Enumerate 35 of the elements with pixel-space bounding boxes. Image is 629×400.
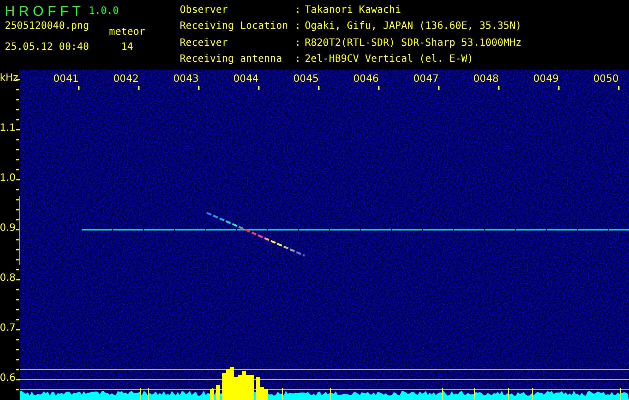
y-tick-label: 1.0 [0,173,16,184]
x-tick-label: 0043 [173,74,199,85]
y-tick-label: 0.8 [0,273,16,284]
info-label: Observer [180,5,230,18]
meteor-count: 14 [121,42,134,53]
y-tick-label: 0.7 [0,323,16,334]
axis-unit: kHz [0,73,19,84]
filename-label: 2505120040.png [5,21,90,32]
x-tick-label: 0042 [113,74,139,85]
info-label: Receiving antenna [180,54,284,67]
x-tick-label: 0041 [53,74,79,85]
x-tick-label: 0047 [413,74,439,85]
info-value: 2el-HB9CV Vertical (el. E-W) [305,54,475,67]
y-tick-label: 0.9 [0,223,16,234]
x-tick-label: 0050 [593,74,619,85]
info-colon: : [295,5,302,18]
x-tick-label: 0046 [353,74,379,85]
x-tick-label: 0048 [473,74,499,85]
info-value: R820T2(RTL-SDR) SDR-Sharp 53.1000MHz [305,38,522,50]
datetime-label: 25.05.12 00:40 [5,42,90,53]
version-label: 1.0.0 [88,6,120,16]
app-title: H R O F F T [5,3,81,19]
info-value: Takanori Kawachi [305,5,402,18]
info-colon: : [295,38,302,50]
info-colon: : [295,21,302,34]
x-tick-label: 0045 [293,74,319,85]
y-tick-label: 1.1 [0,123,16,134]
x-tick-label: 0044 [233,74,259,85]
info-value: Ogaki, Gifu, JAPAN (136.60E, 35.35N) [305,21,522,34]
x-tick-label: 0049 [533,74,559,85]
info-label: Receiving Location [180,21,290,34]
info-label: Receiver [180,38,230,50]
meteor-label: meteor [109,27,146,38]
y-tick-label: 0.6 [0,373,16,384]
info-colon: : [295,54,302,67]
